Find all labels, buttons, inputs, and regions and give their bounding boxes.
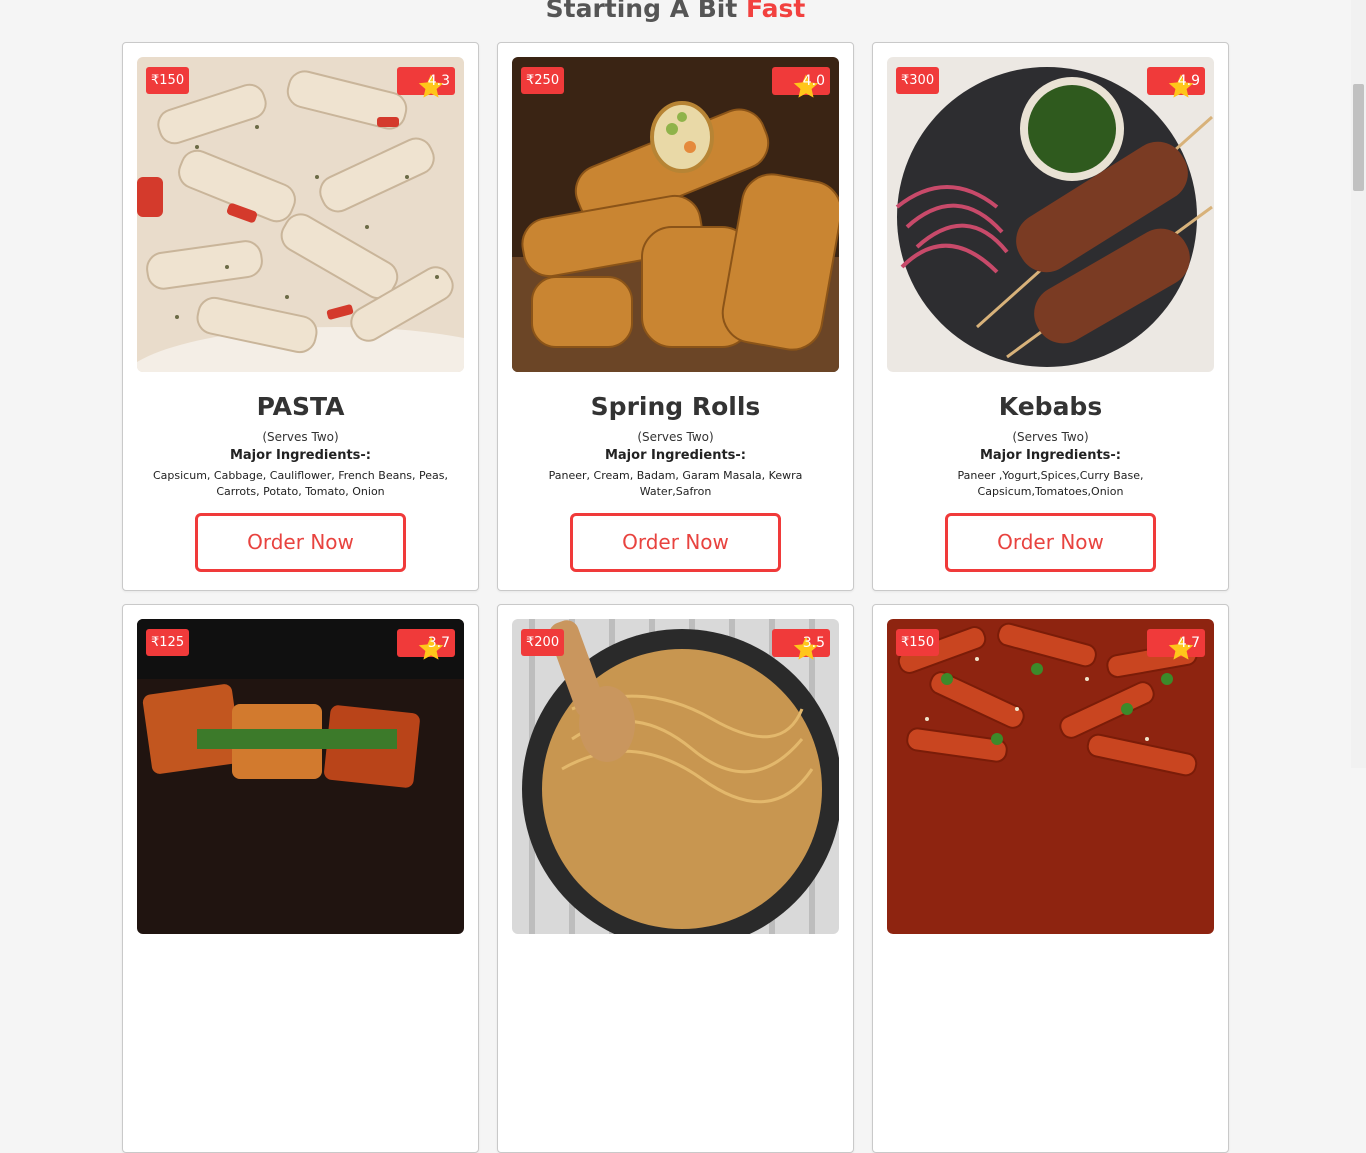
order-now-button[interactable]: Order Now bbox=[570, 513, 781, 572]
serves-label: (Serves Two) bbox=[637, 430, 714, 444]
menu-card-5: ₹200 3.5 bbox=[497, 604, 854, 1153]
price-badge: ₹150 bbox=[146, 67, 190, 94]
ingredients-title: Major Ingredients-: bbox=[229, 448, 372, 463]
order-now-button[interactable]: Order Now bbox=[195, 513, 406, 572]
rating-value: 4.3 bbox=[427, 73, 450, 89]
ingredients-list: Capsicum, Cabbage, Cauliflower, French B… bbox=[152, 469, 449, 498]
ingredients-title: Major Ingredients-: bbox=[979, 448, 1122, 463]
rating-value: 3.5 bbox=[802, 635, 825, 651]
price-badge: ₹300 bbox=[896, 67, 940, 94]
price-badge: ₹150 bbox=[896, 629, 940, 656]
menu-card-4: ₹125 3.7 bbox=[122, 604, 479, 1153]
ingredients-title: Major Ingredients-: bbox=[604, 448, 747, 463]
serves-label: (Serves Two) bbox=[1012, 430, 1089, 444]
rating-badge: 4.7 bbox=[1147, 629, 1205, 660]
section-title-prefix: Starting A Bit bbox=[545, 0, 738, 23]
menu-card-6: ₹150 4.7 bbox=[872, 604, 1229, 1153]
section-title: Starting A Bit Fast bbox=[0, 0, 1351, 23]
scrollbar-thumb[interactable] bbox=[1353, 84, 1364, 191]
price-badge: ₹250 bbox=[521, 67, 565, 94]
dish-name: PASTA bbox=[256, 392, 345, 421]
rating-badge: 3.7 bbox=[397, 629, 455, 660]
dish-photo: ₹200 3.5 bbox=[512, 619, 839, 934]
rating-value: 4.9 bbox=[1177, 73, 1200, 89]
ingredients-list: Paneer ,Yogurt,Spices,Curry Base, Capsic… bbox=[957, 469, 1144, 498]
price-badge: ₹125 bbox=[146, 629, 190, 656]
serves-label: (Serves Two) bbox=[262, 430, 339, 444]
dish-name: Spring Rolls bbox=[590, 392, 761, 421]
dish-photo: ₹125 3.7 bbox=[137, 619, 464, 934]
menu-card-spring-rolls: ₹250 4.0 Spring Rolls (Serves Two) Major… bbox=[497, 42, 854, 591]
rating-value: 4.7 bbox=[1177, 635, 1200, 651]
pasta-photo: ₹150 4.3 bbox=[137, 57, 464, 372]
rating-value: 3.7 bbox=[427, 635, 450, 651]
menu-card-kebabs: ₹300 4.9 Kebabs (Serves Two) Major Ingre… bbox=[872, 42, 1229, 591]
rating-badge: 4.3 bbox=[397, 67, 455, 98]
kebabs-photo: ₹300 4.9 bbox=[887, 57, 1214, 372]
rating-value: 4.0 bbox=[802, 73, 825, 89]
page-scrollbar[interactable] bbox=[1351, 0, 1366, 768]
dish-name: Kebabs bbox=[998, 392, 1103, 421]
ingredients-list: Paneer, Cream, Badam, Garam Masala, Kewr… bbox=[548, 469, 803, 498]
price-badge: ₹200 bbox=[521, 629, 565, 656]
rating-badge: 3.5 bbox=[772, 629, 830, 660]
order-now-button[interactable]: Order Now bbox=[945, 513, 1156, 572]
rating-badge: 4.9 bbox=[1147, 67, 1205, 98]
menu-card-pasta: ₹150 4.3 PASTA (Serves Two) Major Ingred… bbox=[122, 42, 479, 591]
dish-photo: ₹150 4.7 bbox=[887, 619, 1214, 934]
section-title-accent: Fast bbox=[746, 0, 806, 23]
spring-rolls-photo: ₹250 4.0 bbox=[512, 57, 839, 372]
rating-badge: 4.0 bbox=[772, 67, 830, 98]
